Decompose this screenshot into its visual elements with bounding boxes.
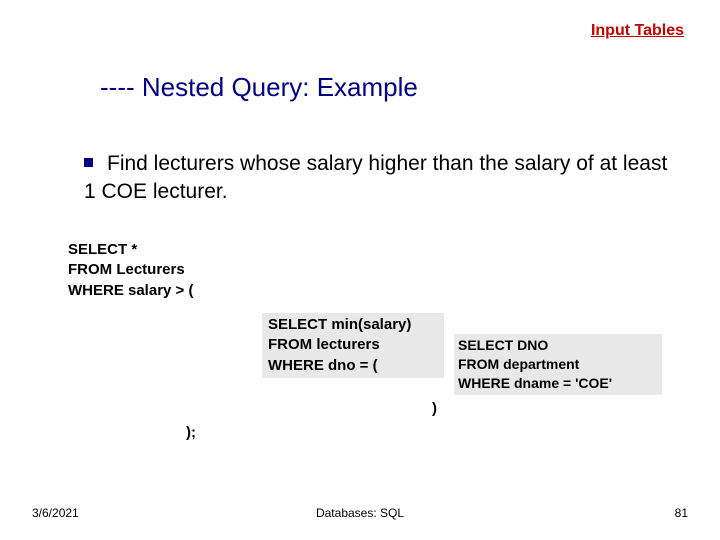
inner-query-l2: FROM department: [458, 355, 658, 374]
outer-query-l2: FROM Lecturers: [68, 260, 193, 280]
title-text: Nested Query: Example: [142, 72, 418, 102]
footer-center: Databases: SQL: [0, 506, 720, 520]
mid-query-l1: SELECT min(salary): [268, 315, 438, 335]
inner-query-l3: WHERE dname = 'COE': [458, 374, 658, 393]
outer-query-block: SELECT * FROM Lecturers WHERE salary > (: [68, 240, 193, 301]
outer-query-l1: SELECT *: [68, 240, 193, 260]
mid-query-l2: FROM lecturers: [268, 335, 438, 355]
square-bullet-icon: [84, 158, 93, 167]
bullet-item: Find lecturers whose salary higher than …: [84, 150, 680, 207]
title-prefix: ----: [100, 72, 142, 102]
mid-query-l3: WHERE dno = (: [268, 356, 438, 376]
outer-query-l3: WHERE salary > (: [68, 281, 193, 301]
input-tables-link[interactable]: Input Tables: [591, 22, 684, 40]
mid-query-block: SELECT min(salary) FROM lecturers WHERE …: [262, 313, 444, 378]
inner-query-l1: SELECT DNO: [458, 336, 658, 355]
bullet-text: Find lecturers whose salary higher than …: [84, 152, 667, 203]
close-outer-paren: );: [186, 424, 196, 441]
inner-query-block: SELECT DNO FROM department WHERE dname =…: [454, 334, 662, 395]
slide-title: ---- Nested Query: Example: [100, 72, 418, 103]
close-mid-paren: ): [432, 400, 437, 417]
footer-page-number: 81: [675, 506, 688, 520]
